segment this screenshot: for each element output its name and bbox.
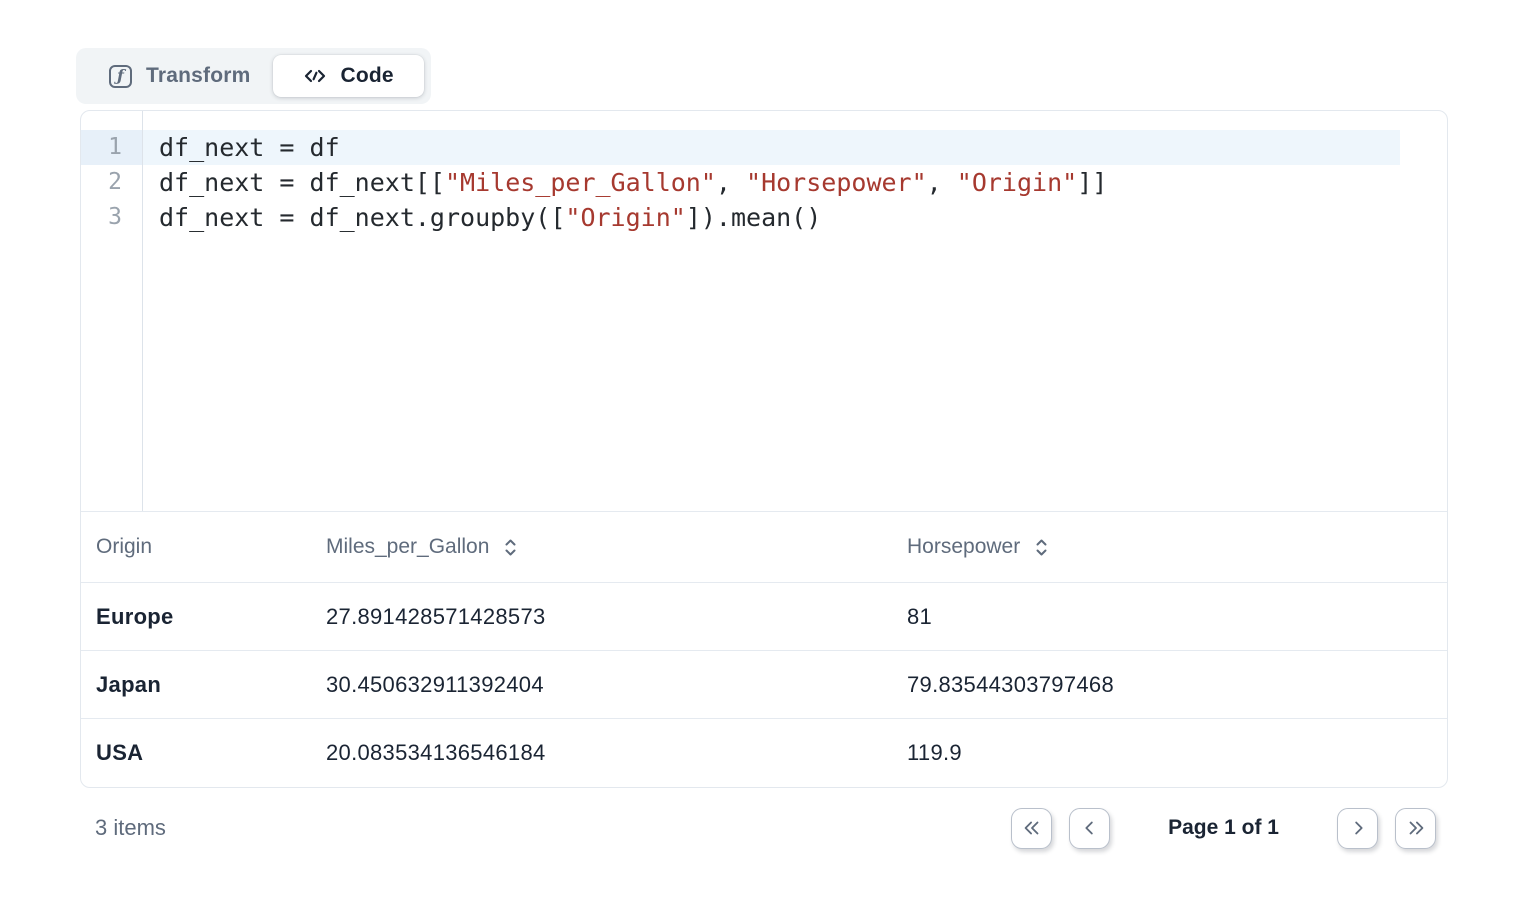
tab-transform[interactable]: ƒ Transform (83, 55, 273, 97)
next-page-button[interactable] (1337, 808, 1378, 849)
value-cell: 79.83544303797468 (907, 672, 1447, 698)
pagination: Page 1 of 1 (1011, 808, 1436, 849)
chevron-right-icon (1347, 817, 1369, 839)
table-body: Europe27.89142857142857381Japan30.450632… (81, 583, 1447, 787)
page-indicator: Page 1 of 1 (1168, 816, 1279, 840)
code-token: , (716, 168, 746, 197)
tab-code-label: Code (341, 64, 394, 88)
value-cell: 20.083534136546184 (326, 740, 907, 766)
line-number: 3 (81, 200, 142, 235)
value-cell: 81 (907, 604, 1447, 630)
row-index-cell: USA (81, 740, 326, 766)
column-header-label: Horsepower (907, 535, 1020, 559)
value-cell: 27.891428571428573 (326, 604, 907, 630)
code-icon (303, 64, 327, 88)
table-row: USA20.083534136546184119.9 (81, 719, 1447, 787)
table-row: Japan30.45063291139240479.83544303797468 (81, 651, 1447, 719)
editor-line[interactable]: 3df_next = df_next.groupby(["Origin"]).m… (81, 200, 1447, 235)
string-token: "Origin" (565, 203, 685, 232)
function-icon: ƒ (109, 65, 132, 88)
tab-transform-label: Transform (146, 64, 251, 88)
previous-page-button[interactable] (1069, 808, 1110, 849)
string-token: "Origin" (957, 168, 1077, 197)
view-tabbar: ƒ Transform Code (76, 48, 431, 104)
code-token: , (927, 168, 957, 197)
sort-icon[interactable] (503, 537, 518, 558)
chevron-left-icon (1079, 817, 1101, 839)
gutter-divider (142, 111, 143, 511)
chevrons-right-icon (1405, 817, 1427, 839)
code-line-text[interactable]: df_next = df (142, 130, 1400, 165)
column-header-horsepower[interactable]: Horsepower (907, 535, 1447, 559)
items-count: 3 items (95, 815, 166, 841)
column-header-origin[interactable]: Origin (81, 535, 326, 559)
code-line-text[interactable]: df_next = df_next.groupby(["Origin"]).me… (142, 200, 1400, 235)
column-header-label: Miles_per_Gallon (326, 535, 489, 559)
editor-lines: 1df_next = df2df_next = df_next[["Miles_… (81, 130, 1447, 235)
table-row: Europe27.89142857142857381 (81, 583, 1447, 651)
code-token: ]).mean() (686, 203, 821, 232)
editor-line[interactable]: 1 df_next = df (81, 130, 1447, 165)
code-token: df_next = df (159, 133, 340, 162)
table-header-row: Origin Miles_per_Gallon Horsepower (81, 512, 1447, 583)
value-cell: 30.450632911392404 (326, 672, 907, 698)
code-editor[interactable]: 1df_next = df2df_next = df_next[["Miles_… (81, 111, 1447, 512)
line-number: 1 (81, 130, 142, 165)
chevrons-left-icon (1021, 817, 1043, 839)
code-token: df_next = df_next.groupby([ (159, 203, 565, 232)
string-token: "Miles_per_Gallon" (445, 168, 716, 197)
row-index-cell: Japan (81, 672, 326, 698)
last-page-button[interactable] (1395, 808, 1436, 849)
value-cell: 119.9 (907, 740, 1447, 766)
code-token: df_next = df_next[[ (159, 168, 445, 197)
app-window: ƒ Transform Code 1df_next = df2df_next =… (0, 0, 1516, 918)
table-footer: 3 items Page 1 of 1 (80, 790, 1448, 866)
sort-icon[interactable] (1034, 537, 1049, 558)
column-header-label: Origin (96, 535, 152, 559)
code-line-text[interactable]: df_next = df_next[["Miles_per_Gallon", "… (142, 165, 1400, 200)
tab-code[interactable]: Code (273, 55, 424, 97)
column-header-miles-per-gallon[interactable]: Miles_per_Gallon (326, 535, 907, 559)
result-table: Origin Miles_per_Gallon Horsepower (81, 512, 1447, 787)
result-panel: 1df_next = df2df_next = df_next[["Miles_… (80, 110, 1448, 788)
code-token: ]] (1077, 168, 1107, 197)
editor-line[interactable]: 2df_next = df_next[["Miles_per_Gallon", … (81, 165, 1447, 200)
row-index-cell: Europe (81, 604, 326, 630)
line-number: 2 (81, 165, 142, 200)
string-token: "Horsepower" (746, 168, 927, 197)
first-page-button[interactable] (1011, 808, 1052, 849)
